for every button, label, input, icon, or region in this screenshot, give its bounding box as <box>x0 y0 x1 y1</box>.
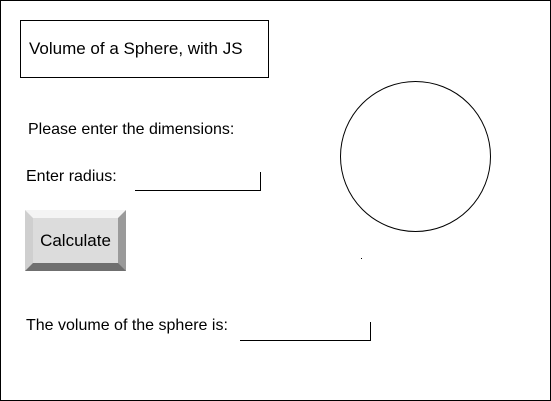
calculate-button[interactable]: Calculate <box>25 210 126 271</box>
radius-label: Enter radius: <box>26 168 117 185</box>
center-dot <box>361 258 362 259</box>
volume-result-field <box>240 322 371 341</box>
volume-result-label: The volume of the sphere is: <box>26 317 228 334</box>
page-title-text: Volume of a Sphere, with JS <box>29 39 243 58</box>
radius-input[interactable] <box>135 172 261 191</box>
dimensions-prompt: Please enter the dimensions: <box>28 121 235 138</box>
page-title: Volume of a Sphere, with JS <box>20 20 269 78</box>
sphere-graphic <box>340 81 491 232</box>
